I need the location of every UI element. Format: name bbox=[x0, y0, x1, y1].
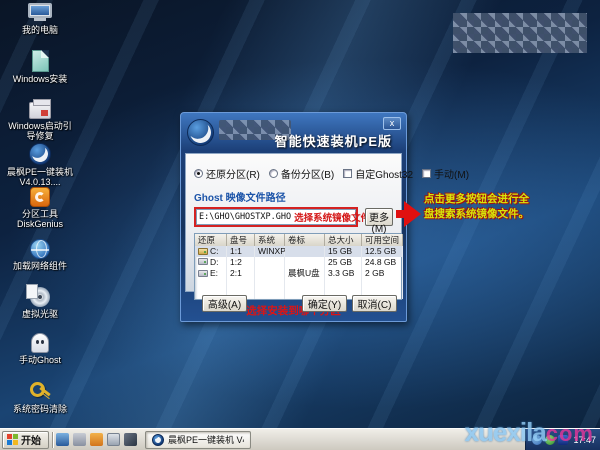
show-desktop-icon[interactable] bbox=[56, 433, 69, 446]
quicklaunch-app-icon[interactable] bbox=[73, 433, 86, 446]
icon-label: 系统密码清除 bbox=[4, 404, 76, 414]
divider bbox=[52, 432, 53, 448]
table-row-e[interactable]: E: 2:1 晨枫U盘 3.3 GB 2 GB bbox=[195, 267, 401, 278]
radio-checked-icon bbox=[194, 169, 203, 178]
radio-label: 还原分区(R) bbox=[206, 166, 260, 181]
start-label: 开始 bbox=[21, 432, 41, 447]
checkbox-custom-ghost32[interactable]: 自定Ghost32 bbox=[343, 166, 413, 181]
icon-label: 我的电脑 bbox=[4, 25, 76, 35]
dialog-body: 还原分区(R) 备份分区(B) 自定Ghost32 手动(M) Ghost 映像… bbox=[185, 153, 402, 292]
start-button[interactable]: 开始 bbox=[2, 431, 49, 449]
checkbox-icon bbox=[422, 169, 431, 178]
window-icon[interactable] bbox=[107, 433, 120, 446]
table-row-d[interactable]: D: 1:2 25 GB 24.8 GB bbox=[195, 257, 401, 268]
taskbar-clock: 17:47 bbox=[571, 435, 596, 445]
desktop-icon-boot-repair[interactable]: Windows启动引导修复 bbox=[4, 97, 76, 141]
dialog-footer: 高级(A) 确定(Y) 取消(C) bbox=[181, 290, 406, 321]
ghost-path-label: Ghost 映像文件路径 bbox=[194, 189, 393, 204]
icon-label: Windows安装 bbox=[4, 74, 76, 84]
icon-label: Windows启动引导修复 bbox=[4, 121, 76, 141]
image-path-combobox[interactable]: E:\GHO\GHOSTXP.GHO 选择系统镜像文件 ▼ bbox=[196, 209, 356, 225]
table-row-empty bbox=[195, 278, 401, 289]
file-icon bbox=[32, 50, 49, 72]
table-header-row: 还原 盘号 系统 卷标 总大小 可用空间 bbox=[195, 234, 401, 246]
dialog-titlebar[interactable]: 智能快速装机PE版 x bbox=[181, 113, 406, 153]
blue-swirl-icon bbox=[152, 434, 164, 446]
system-tray: 17:47 bbox=[525, 429, 600, 450]
note-line: 盘搜索系统镜像文件。 bbox=[424, 207, 549, 222]
desktop-icon-diskgenius[interactable]: 分区工具 DiskGenius bbox=[4, 187, 76, 229]
ok-button[interactable]: 确定(Y) bbox=[302, 295, 347, 312]
network-tray-icon[interactable] bbox=[532, 435, 542, 445]
drive-icon bbox=[198, 258, 208, 265]
installer-dialog: 智能快速装机PE版 x 还原分区(R) 备份分区(B) 自定Ghost32 bbox=[180, 112, 407, 322]
desktop-icon-virtual-cd[interactable]: 虚拟光驱 bbox=[4, 287, 76, 319]
cancel-button[interactable]: 取消(C) bbox=[352, 295, 397, 312]
image-path-value: E:\GHO\GHOSTXP.GHO bbox=[197, 212, 291, 222]
image-path-row: E:\GHO\GHOSTXP.GHO 选择系统镜像文件 ▼ 更多(M) bbox=[194, 207, 393, 227]
advanced-button[interactable]: 高级(A) bbox=[202, 295, 247, 312]
computer-icon bbox=[28, 3, 52, 23]
icon-label: 手动Ghost bbox=[4, 355, 76, 365]
table-row-c[interactable]: C: 1:1 WINXP 15 GB 12.5 GB bbox=[195, 246, 401, 257]
radio-restore-partition[interactable]: 还原分区(R) bbox=[194, 166, 260, 181]
tutorial-note: 点击更多按钮会进行全 盘搜索系统镜像文件。 bbox=[424, 192, 549, 222]
radio-backup-partition[interactable]: 备份分区(B) bbox=[269, 166, 334, 181]
task-button-pe-installer[interactable]: 晨枫PE一键装机 V4.0.1... bbox=[145, 431, 251, 449]
blue-swirl-icon bbox=[29, 143, 51, 165]
dialog-title: 智能快速装机PE版 bbox=[275, 131, 392, 150]
note-line: 点击更多按钮会进行全 bbox=[424, 192, 549, 207]
shortcut-icon[interactable] bbox=[124, 433, 137, 446]
close-button[interactable]: x bbox=[383, 117, 401, 130]
more-button[interactable]: 更多(M) bbox=[365, 208, 393, 226]
icon-label: 虚拟光驱 bbox=[4, 309, 76, 319]
status-tray-icon[interactable] bbox=[545, 435, 555, 445]
desktop-icon-manual-ghost[interactable]: 手动Ghost bbox=[4, 333, 76, 365]
windows-flag-icon bbox=[7, 434, 18, 445]
disc-icon bbox=[30, 287, 50, 307]
desktop-icon-windows-install[interactable]: Windows安装 bbox=[4, 50, 76, 84]
desktop-icon-my-computer[interactable]: 我的电脑 bbox=[4, 3, 76, 35]
desktop-wallpaper: 我的电脑 Windows安装 Windows启动引导修复 晨枫PE一键装机 V4… bbox=[0, 0, 600, 450]
ghost-icon bbox=[31, 333, 49, 353]
checkbox-manual[interactable]: 手动(M) bbox=[422, 166, 469, 181]
checkbox-icon bbox=[343, 169, 352, 178]
quick-launch bbox=[56, 433, 137, 446]
highlight-rectangle: E:\GHO\GHOSTXP.GHO 选择系统镜像文件 ▼ bbox=[194, 207, 358, 227]
drive-icon bbox=[198, 248, 208, 255]
task-button-label: 晨枫PE一键装机 V4.0.1... bbox=[168, 433, 244, 446]
folder-icon[interactable] bbox=[90, 433, 103, 446]
mode-selector-row: 还原分区(R) 备份分区(B) 自定Ghost32 手动(M) bbox=[194, 166, 393, 181]
taskbar: 开始 晨枫PE一键装机 V4.0.1... 17:47 bbox=[0, 428, 600, 450]
checkbox-label: 自定Ghost32 bbox=[355, 166, 413, 181]
icon-label: 晨枫PE一键装机 V4.0.13.... bbox=[4, 167, 76, 187]
red-arrow-icon bbox=[396, 201, 422, 227]
key-icon bbox=[28, 380, 52, 402]
radio-icon bbox=[269, 169, 278, 178]
desktop-icon-password-clear[interactable]: 系统密码清除 bbox=[4, 380, 76, 414]
path-hint-annotation: 选择系统镜像文件 bbox=[294, 210, 370, 224]
desktop-icon-pe-onekey[interactable]: 晨枫PE一键装机 V4.0.13.... bbox=[4, 143, 76, 187]
package-icon bbox=[29, 102, 51, 119]
app-logo-icon bbox=[187, 119, 214, 146]
icon-label: 分区工具 DiskGenius bbox=[4, 209, 76, 229]
close-icon: x bbox=[390, 118, 395, 128]
diskgenius-icon bbox=[30, 187, 50, 207]
blurred-watermark bbox=[453, 13, 587, 53]
desktop-icon-network[interactable]: 加载网络组件 bbox=[4, 239, 76, 271]
messenger-tray-icon[interactable] bbox=[558, 435, 568, 445]
icon-label: 加载网络组件 bbox=[4, 261, 76, 271]
drive-icon bbox=[198, 270, 208, 277]
checkbox-label: 手动(M) bbox=[434, 166, 469, 181]
globe-icon bbox=[30, 239, 50, 259]
radio-label: 备份分区(B) bbox=[281, 166, 334, 181]
